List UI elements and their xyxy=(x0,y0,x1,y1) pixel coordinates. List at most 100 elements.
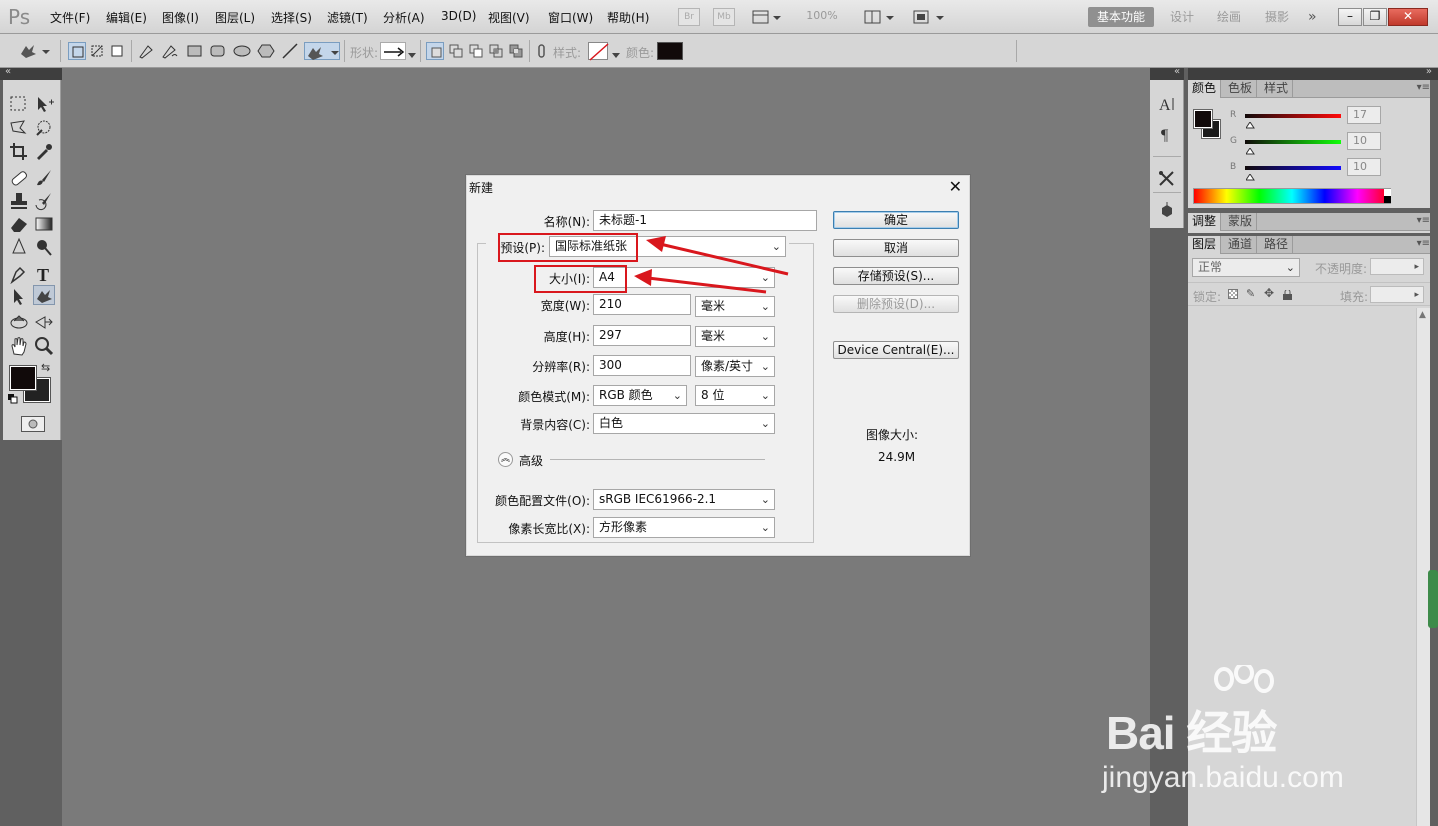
b-slider-handle-icon[interactable] xyxy=(1245,170,1255,181)
tool-presets-icon[interactable] xyxy=(1156,168,1178,188)
move-tool-icon[interactable] xyxy=(33,94,55,114)
g-value-input[interactable]: 10 xyxy=(1347,132,1381,150)
r-value-input[interactable]: 17 xyxy=(1347,106,1381,124)
custom-shape-icon[interactable] xyxy=(304,42,340,60)
tab-masks[interactable]: 蒙版 xyxy=(1224,213,1258,231)
character-panel-icon[interactable]: A xyxy=(1156,94,1178,114)
view-extras-icon[interactable] xyxy=(752,9,782,25)
color-fg-swatch[interactable] xyxy=(1193,109,1213,129)
screen-mode-icon[interactable] xyxy=(912,9,946,25)
add-to-shape-icon[interactable] xyxy=(447,42,465,60)
zoom-level[interactable]: 100% xyxy=(795,8,849,26)
expand-icon[interactable]: « xyxy=(1174,66,1180,77)
workspace-painting[interactable]: 绘画 xyxy=(1217,7,1241,27)
lock-all-icon[interactable] xyxy=(1283,289,1292,300)
crop-tool-icon[interactable] xyxy=(8,141,30,161)
menu-analysis[interactable]: 分析(A) xyxy=(383,9,425,26)
gradient-tool-icon[interactable] xyxy=(33,214,55,234)
line-icon[interactable] xyxy=(281,42,299,60)
menu-edit[interactable]: 编辑(E) xyxy=(106,9,147,26)
minimize-icon[interactable]: – xyxy=(1338,8,1362,26)
intersect-shape-icon[interactable] xyxy=(487,42,505,60)
swap-colors-icon[interactable]: ⇆ xyxy=(41,361,50,374)
subtract-shape-icon[interactable] xyxy=(467,42,485,60)
rounded-rectangle-icon[interactable] xyxy=(209,42,227,60)
b-value-input[interactable]: 10 xyxy=(1347,158,1381,176)
style-swatch-icon[interactable] xyxy=(588,42,609,61)
marquee-tool-icon[interactable] xyxy=(8,94,30,114)
pen-icon[interactable] xyxy=(137,42,155,60)
menu-filter[interactable]: 滤镜(T) xyxy=(327,9,368,26)
g-slider-handle-icon[interactable] xyxy=(1245,144,1255,155)
workspace-more[interactable]: » xyxy=(1308,7,1317,27)
paths-icon[interactable] xyxy=(88,42,106,60)
rectangle-icon[interactable] xyxy=(186,42,204,60)
scroll-up-icon[interactable]: ▲ xyxy=(1419,310,1426,320)
lock-transparent-icon[interactable] xyxy=(1228,289,1238,299)
collapse-icon[interactable]: « xyxy=(5,66,11,77)
background-select[interactable]: 白色 ⌄ xyxy=(593,413,775,434)
tab-adjustments[interactable]: 调整 xyxy=(1188,213,1222,231)
color-swatch[interactable] xyxy=(657,42,683,60)
g-slider-track[interactable] xyxy=(1245,140,1341,144)
style-dropdown-icon[interactable] xyxy=(612,48,620,58)
3d-panel-icon[interactable] xyxy=(1156,200,1178,220)
color-profile-select[interactable]: sRGB IEC61966-2.1 ⌄ xyxy=(593,489,775,510)
shape-picker-icon[interactable] xyxy=(380,42,406,60)
advanced-label[interactable]: 高级 xyxy=(519,452,543,469)
lasso-tool-icon[interactable] xyxy=(8,118,30,138)
spectrum-bw-swatch[interactable] xyxy=(1384,189,1391,203)
tab-styles[interactable]: 样式 xyxy=(1260,80,1294,98)
adjust-panel-menu-icon[interactable]: ▾≡ xyxy=(1417,215,1430,226)
device-central-button[interactable]: Device Central(E)... xyxy=(833,341,959,359)
close-window-icon[interactable]: ✕ xyxy=(1388,8,1428,26)
resolution-input[interactable]: 300 xyxy=(593,355,691,376)
type-tool-icon[interactable]: T xyxy=(33,264,55,285)
height-input[interactable]: 297 xyxy=(593,325,691,346)
pixel-aspect-select[interactable]: 方形像素 ⌄ xyxy=(593,517,775,538)
link-icon[interactable] xyxy=(533,42,551,60)
ok-button[interactable]: 确定 xyxy=(833,211,959,229)
arrange-documents-icon[interactable] xyxy=(864,9,896,25)
menu-view[interactable]: 视图(V) xyxy=(488,9,530,26)
foreground-color-swatch[interactable] xyxy=(9,365,37,391)
save-preset-button[interactable]: 存储预设(S)... xyxy=(833,267,959,285)
minibridge-button[interactable]: Mb xyxy=(713,8,735,26)
panel-menu-icon[interactable]: ▾≡ xyxy=(1417,82,1430,93)
tab-color[interactable]: 颜色 xyxy=(1188,80,1222,98)
height-unit-select[interactable]: 毫米 ⌄ xyxy=(695,326,775,347)
menu-window[interactable]: 窗口(W) xyxy=(548,9,593,26)
resolution-unit-select[interactable]: 像素/英寸 ⌄ xyxy=(695,356,775,377)
new-shape-layer-icon[interactable] xyxy=(426,42,444,60)
color-spectrum-ramp[interactable] xyxy=(1193,188,1391,204)
polygon-icon[interactable] xyxy=(257,42,275,60)
tab-paths[interactable]: 路径 xyxy=(1260,236,1294,254)
advanced-toggle-icon[interactable]: ︽ xyxy=(498,452,513,467)
layers-panel-menu-icon[interactable]: ▾≡ xyxy=(1417,238,1430,249)
r-slider-track[interactable] xyxy=(1245,114,1341,118)
lock-position-icon[interactable]: ✥ xyxy=(1264,286,1274,300)
menu-layer[interactable]: 图层(L) xyxy=(215,9,255,26)
workspace-essentials[interactable]: 基本功能 xyxy=(1088,7,1154,27)
quick-mask-icon[interactable] xyxy=(21,416,45,432)
hand-tool-icon[interactable] xyxy=(8,336,30,356)
opacity-input[interactable]: ▸ xyxy=(1370,258,1424,275)
tool-preset-icon[interactable] xyxy=(18,42,50,60)
lock-image-icon[interactable]: ✎ xyxy=(1246,287,1255,300)
bit-depth-select[interactable]: 8 位 ⌄ xyxy=(695,385,775,406)
path-selection-tool-icon[interactable] xyxy=(8,287,30,307)
workspace-design[interactable]: 设计 xyxy=(1170,7,1194,27)
menu-help[interactable]: 帮助(H) xyxy=(607,9,649,26)
menu-select[interactable]: 选择(S) xyxy=(271,9,312,26)
ellipse-icon[interactable] xyxy=(233,42,251,60)
eraser-tool-icon[interactable] xyxy=(8,214,30,234)
color-mode-select[interactable]: RGB 颜色 ⌄ xyxy=(593,385,687,406)
bridge-button[interactable]: Br xyxy=(678,8,700,26)
workspace-photography[interactable]: 摄影 xyxy=(1265,7,1289,27)
freeform-pen-icon[interactable] xyxy=(160,42,178,60)
b-slider-track[interactable] xyxy=(1245,166,1341,170)
pen-tool-icon[interactable] xyxy=(8,264,30,285)
fill-input[interactable]: ▸ xyxy=(1370,286,1424,303)
clone-stamp-tool-icon[interactable] xyxy=(8,191,30,211)
zoom-tool-icon[interactable] xyxy=(33,336,55,356)
